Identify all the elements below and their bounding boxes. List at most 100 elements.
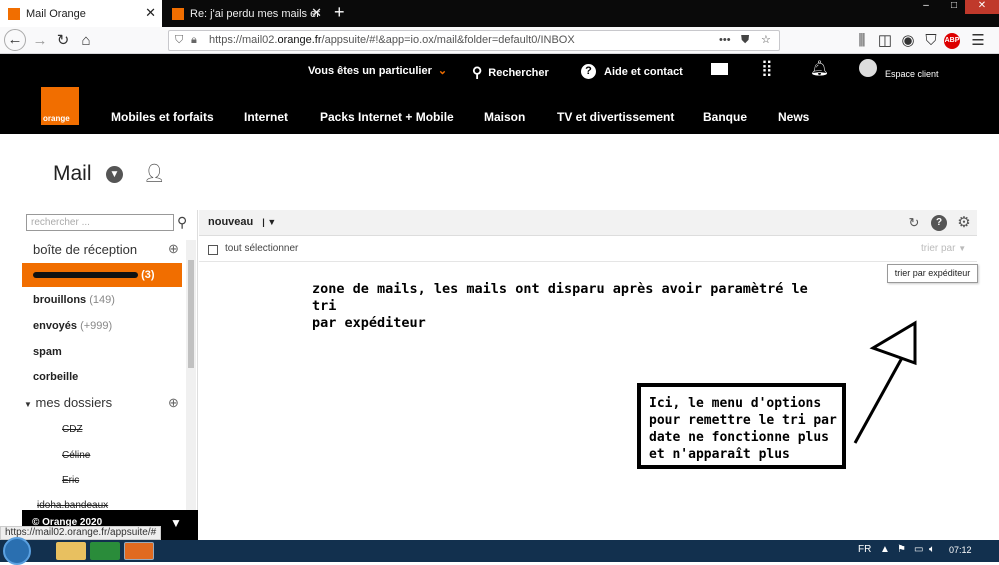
- nav-maison[interactable]: Maison: [484, 110, 525, 124]
- select-all-checkbox[interactable]: [208, 245, 218, 255]
- apps-grid-icon[interactable]: ⣿: [761, 61, 773, 77]
- nav-packs[interactable]: Packs Internet + Mobile: [320, 110, 454, 124]
- subfolder-item[interactable]: CDZ: [62, 424, 83, 435]
- folder-brouillons[interactable]: brouillons (149): [22, 288, 182, 312]
- annotation-line: par expéditeur: [312, 315, 426, 331]
- select-all-label[interactable]: tout sélectionner: [225, 243, 298, 254]
- logo-text: orange: [43, 114, 70, 123]
- orange-favicon-icon: [8, 7, 20, 20]
- particulier-menu[interactable]: Vous êtes un particulier ⌄: [308, 64, 447, 78]
- espace-client-link[interactable]: Espace client: [885, 69, 939, 79]
- refresh-icon[interactable]: ↻: [906, 215, 922, 231]
- annotation-line: pour remettre le tri par: [649, 413, 837, 428]
- shield-icon[interactable]: ⛉: [921, 31, 941, 51]
- url-bar[interactable]: ⛉ 🔒︎ https://mail02.orange.fr/appsuite/#…: [168, 30, 780, 51]
- tray-network-icon[interactable]: ▭: [914, 544, 923, 555]
- arrow-head: [869, 320, 917, 366]
- nav-news[interactable]: News: [778, 110, 809, 124]
- home-button[interactable]: ⌂: [76, 31, 96, 51]
- tab-label: Mail Orange: [26, 7, 86, 20]
- back-button[interactable]: ←: [4, 29, 26, 51]
- help-icon: ?: [581, 64, 596, 79]
- folder-count: (3): [141, 269, 155, 281]
- pocket-icon[interactable]: ⛊: [741, 31, 749, 50]
- caret-down-icon[interactable]: ▼: [170, 510, 182, 536]
- orange-logo[interactable]: orange: [41, 87, 79, 125]
- add-folder-icon[interactable]: ⊕: [168, 241, 179, 257]
- search-link[interactable]: ⚲ Rechercher: [472, 64, 549, 81]
- status-link-url: https://mail02.orange.fr/appsuite/#: [0, 526, 162, 540]
- folder-spam[interactable]: spam: [22, 340, 182, 364]
- nav-banque[interactable]: Banque: [703, 110, 747, 124]
- select-all-row: tout sélectionner trier par ▼: [199, 238, 977, 262]
- language-indicator[interactable]: FR: [858, 544, 871, 555]
- tab-mail-orange[interactable]: Mail Orange ✕: [0, 0, 162, 27]
- bookmark-star-icon[interactable]: ☆: [761, 31, 771, 50]
- folder-inbox-selected[interactable]: (3): [22, 263, 182, 287]
- sort-by-label: trier par: [921, 243, 956, 254]
- sort-by-menu[interactable]: trier par ▼: [921, 243, 966, 254]
- tray-volume-icon[interactable]: 🔈︎: [929, 544, 935, 555]
- annotation-line: et n'apparaît plus: [649, 447, 790, 462]
- bell-icon[interactable]: 🔔︎: [810, 61, 829, 76]
- my-folders-toggle[interactable]: ▼ mes dossiers: [24, 395, 112, 410]
- sort-dropdown[interactable]: nouveau | ▼: [208, 216, 276, 228]
- account-icon[interactable]: ◉: [898, 31, 918, 51]
- help-link[interactable]: ? Aide et contact: [581, 64, 683, 79]
- envelope-icon[interactable]: [711, 63, 728, 75]
- scrollbar-thumb[interactable]: [188, 260, 194, 368]
- clock[interactable]: 07:12: [949, 545, 972, 555]
- close-tab-icon[interactable]: ✕: [311, 6, 322, 19]
- tray-arrow-icon[interactable]: ▲: [880, 544, 890, 555]
- annotation-line: date ne fonctionne plus: [649, 430, 830, 445]
- subfolder-item[interactable]: Eric: [62, 475, 79, 486]
- folder-label: brouillons: [33, 294, 87, 306]
- folder-corbeille[interactable]: corbeille: [22, 365, 182, 389]
- help-label: Aide et contact: [604, 65, 683, 78]
- adblock-icon[interactable]: ABP: [944, 33, 960, 49]
- help-icon[interactable]: ?: [931, 215, 947, 231]
- close-tab-icon[interactable]: ✕: [145, 6, 156, 19]
- url-path: /appsuite/#!&app=io.ox/mail&folder=defau…: [321, 34, 575, 46]
- folder-envoyes[interactable]: envoyés (+999): [22, 314, 182, 338]
- add-folder-icon[interactable]: ⊕: [168, 395, 179, 411]
- sidebar-scrollbar[interactable]: [186, 240, 196, 516]
- forward-button[interactable]: →: [30, 31, 50, 51]
- my-folders-label: mes dossiers: [35, 395, 113, 410]
- caret-down-icon: | ▼: [262, 217, 277, 227]
- gear-icon[interactable]: ⚙: [956, 215, 972, 231]
- folder-label: envoyés: [33, 320, 78, 332]
- search-input[interactable]: rechercher ...: [26, 214, 174, 231]
- subfolder-item[interactable]: Céline: [62, 450, 90, 461]
- firefox-icon[interactable]: [124, 542, 154, 560]
- caret-down-icon: ▼: [958, 244, 967, 253]
- tab-forum-thread[interactable]: Re: j'ai perdu mes mails en les t ✕: [164, 0, 328, 27]
- avatar[interactable]: [859, 59, 877, 77]
- inbox-label[interactable]: boîte de réception: [33, 242, 137, 257]
- nav-tv[interactable]: TV et divertissement: [557, 110, 674, 124]
- search-icon[interactable]: ⚲: [177, 214, 187, 231]
- folder-label: spam: [33, 346, 62, 358]
- page-actions-icon[interactable]: •••: [719, 31, 731, 50]
- sidebar-icon[interactable]: ◫: [875, 31, 895, 51]
- new-tab-button[interactable]: +: [334, 2, 345, 22]
- explorer-icon[interactable]: [56, 542, 86, 560]
- library-icon[interactable]: ⫼: [852, 31, 872, 51]
- start-button[interactable]: [3, 537, 31, 565]
- chrome-icon[interactable]: [90, 542, 120, 560]
- contact-mail-icon[interactable]: 👤︎: [143, 163, 166, 184]
- menu-icon[interactable]: ☰: [968, 31, 988, 51]
- nav-mobiles[interactable]: Mobiles et forfaits: [111, 110, 214, 124]
- tray-flag-icon[interactable]: ⚑: [897, 544, 906, 555]
- close-window-button[interactable]: ✕: [965, 0, 999, 14]
- maximize-button[interactable]: □: [940, 0, 968, 14]
- lock-icon: 🔒︎: [191, 34, 197, 46]
- reload-button[interactable]: ↻: [53, 31, 73, 51]
- nav-internet[interactable]: Internet: [244, 110, 288, 124]
- annotation-box: Ici, le menu d'options pour remettre le …: [637, 383, 846, 469]
- minimize-button[interactable]: –: [912, 0, 940, 14]
- particulier-label: Vous êtes un particulier: [308, 64, 432, 77]
- sort-label: nouveau: [208, 216, 254, 228]
- folder-count: (+999): [80, 320, 113, 332]
- chevron-down-icon[interactable]: ▼: [106, 166, 123, 183]
